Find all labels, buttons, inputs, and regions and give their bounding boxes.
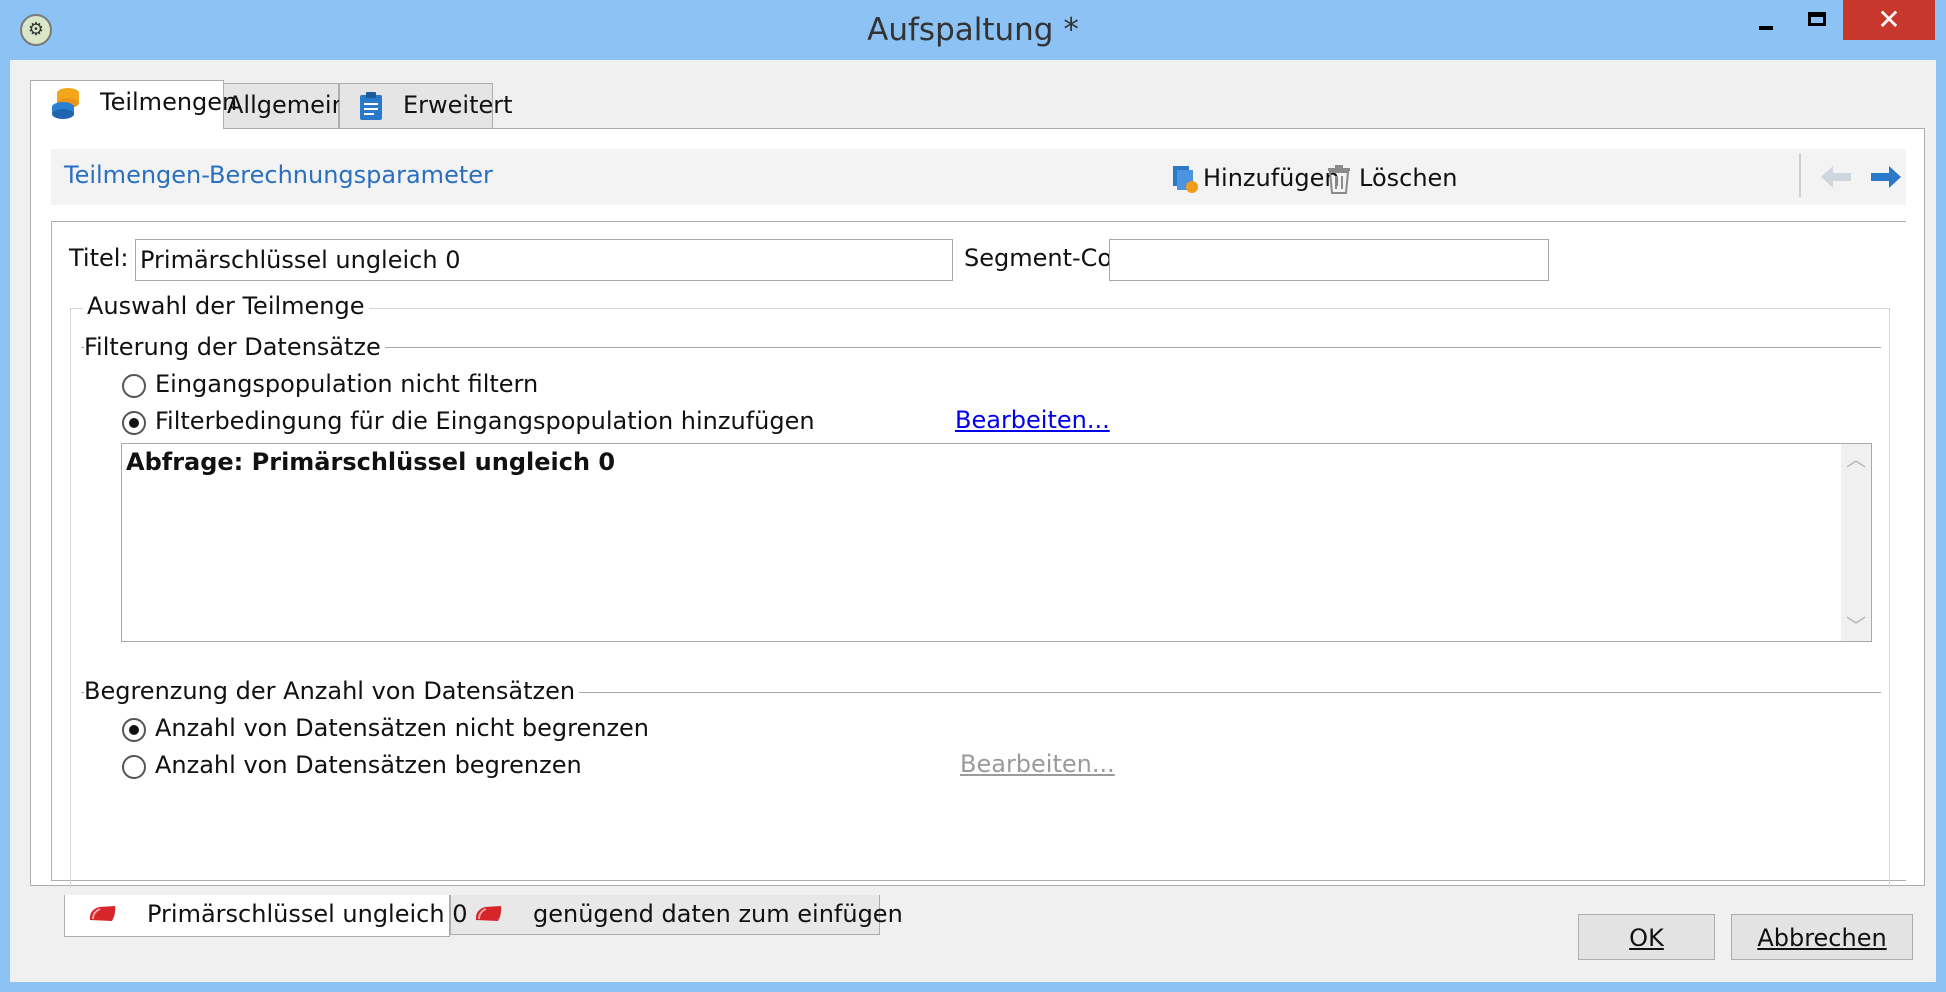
radio-button[interactable] xyxy=(122,718,146,742)
query-text: Abfrage: Primärschlüssel ungleich 0 xyxy=(126,448,616,476)
maximize-icon xyxy=(1808,12,1826,26)
toolbar-separator xyxy=(1799,153,1801,197)
segment-icon xyxy=(89,906,116,921)
cancel-button[interactable]: Abbrechen xyxy=(1731,914,1913,960)
arrow-left-icon[interactable] xyxy=(1819,163,1853,191)
query-scrollbar[interactable]: ︿ ﹀ xyxy=(1841,444,1871,641)
close-icon: ✕ xyxy=(1877,3,1901,36)
subset-tab-secondary[interactable]: genügend daten zum einfügen xyxy=(450,895,903,935)
add-icon xyxy=(1173,166,1198,193)
maximize-button[interactable] xyxy=(1786,0,1848,40)
radio-button[interactable] xyxy=(122,411,146,435)
limit-edit-link: Bearbeiten... xyxy=(960,750,1115,778)
cancel-label: Abbrechen xyxy=(1757,924,1887,952)
add-button[interactable]: Hinzufügen xyxy=(1171,158,1340,198)
segment-code-input[interactable] xyxy=(1109,239,1549,281)
ok-button[interactable]: OK xyxy=(1578,914,1715,960)
minimize-icon xyxy=(1759,26,1773,30)
title-bar[interactable]: ⚙ Aufspaltung * ✕ xyxy=(0,0,1946,60)
dialog-client: Teilmengen Allgemein Erweitert Teilmenge… xyxy=(10,60,1936,982)
dialog-window: ⚙ Aufspaltung * ✕ Teilmengen Allgemein E… xyxy=(0,0,1946,992)
delete-button[interactable]: Löschen xyxy=(1326,158,1458,198)
filter-legend: Filterung der Datensätze xyxy=(84,333,385,361)
radio-label: Anzahl von Datensätzen nicht begrenzen xyxy=(155,714,650,742)
radio-button[interactable] xyxy=(122,755,146,779)
filter-edit-link[interactable]: Bearbeiten... xyxy=(955,406,1110,434)
add-label: Hinzufügen xyxy=(1203,164,1340,192)
clipboard-icon xyxy=(360,92,382,120)
arrow-right-icon[interactable] xyxy=(1869,163,1903,191)
radio-label: Eingangspopulation nicht filtern xyxy=(155,370,539,398)
subset-content: Titel: Segment-Code: Auswahl der Teilmen… xyxy=(51,221,1906,888)
query-box[interactable]: Abfrage: Primärschlüssel ungleich 0 ︿ ﹀ xyxy=(121,443,1872,642)
delete-label: Löschen xyxy=(1359,164,1458,192)
group-legend: Auswahl der Teilmenge xyxy=(83,292,369,320)
section-header: Teilmengen-Berechnungsparameter Hinzufüg… xyxy=(51,149,1906,205)
limit-legend: Begrenzung der Anzahl von Datensätzen xyxy=(84,677,580,705)
scroll-down-icon[interactable]: ﹀ xyxy=(1841,611,1871,641)
close-button[interactable]: ✕ xyxy=(1843,0,1935,40)
title-input[interactable] xyxy=(135,239,953,281)
tab-label: Allgemein xyxy=(227,91,347,119)
tab-panel: Teilmengen-Berechnungsparameter Hinzufüg… xyxy=(30,128,1925,937)
subset-selection-group: Auswahl der Teilmenge Filterung der Date… xyxy=(70,292,1890,888)
title-label: Titel: xyxy=(69,244,129,272)
tab-erweitert[interactable]: Erweitert xyxy=(339,83,513,128)
subset-tab-label: genügend daten zum einfügen xyxy=(533,900,903,928)
tab-teilmengen[interactable]: Teilmengen xyxy=(30,80,237,129)
tab-label: Teilmengen xyxy=(100,88,238,116)
ok-label: OK xyxy=(1629,924,1664,952)
section-title: Teilmengen-Berechnungsparameter xyxy=(64,161,493,189)
scroll-up-icon[interactable]: ︿ xyxy=(1841,444,1871,474)
window-title: Aufspaltung * xyxy=(867,12,1079,48)
radio-label: Filterbedingung für die Eingangspopulati… xyxy=(155,407,815,435)
tab-label: Erweitert xyxy=(403,91,513,119)
radio-button[interactable] xyxy=(122,374,146,398)
trash-icon xyxy=(1328,165,1350,194)
subset-tab-label: Primärschlüssel ungleich 0 xyxy=(147,900,468,928)
subset-tab-primary[interactable]: Primärschlüssel ungleich 0 xyxy=(64,895,467,937)
radio-label: Anzahl von Datensätzen begrenzen xyxy=(155,751,582,779)
database-icon xyxy=(52,88,79,119)
segment-icon xyxy=(475,906,502,921)
